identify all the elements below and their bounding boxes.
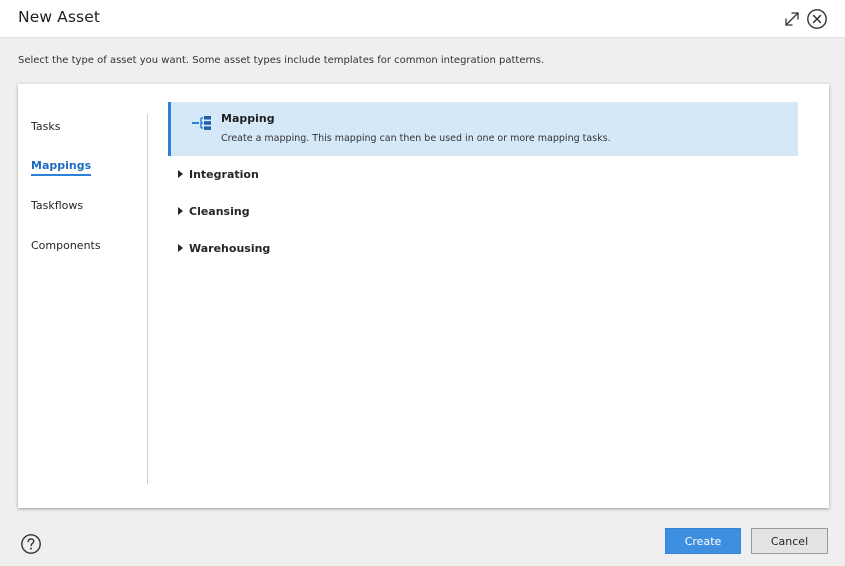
category-warehousing[interactable]: Warehousing	[178, 242, 270, 255]
nav-item-components[interactable]: Components	[31, 239, 101, 252]
dialog-titlebar: New Asset	[0, 0, 845, 38]
category-label: Cleansing	[189, 205, 250, 218]
help-button[interactable]	[20, 533, 42, 555]
category-cleansing[interactable]: Cleansing	[178, 205, 250, 218]
asset-panel: Tasks Mappings Taskflows Components Mapp…	[18, 84, 829, 508]
category-integration[interactable]: Integration	[178, 168, 259, 181]
asset-item-mapping[interactable]: Mapping Create a mapping. This mapping c…	[168, 102, 798, 156]
mapping-icon	[191, 114, 213, 132]
asset-type-nav: Tasks Mappings Taskflows Components	[18, 84, 148, 508]
asset-item-description: Create a mapping. This mapping can then …	[221, 133, 611, 144]
dialog-title: New Asset	[18, 8, 101, 26]
nav-item-mappings[interactable]: Mappings	[31, 159, 92, 176]
close-icon	[807, 9, 827, 29]
caret-right-icon	[178, 170, 183, 178]
category-label: Integration	[189, 168, 259, 181]
nav-item-tasks[interactable]: Tasks	[31, 120, 60, 133]
caret-right-icon	[178, 244, 183, 252]
close-button[interactable]	[806, 8, 828, 30]
category-label: Warehousing	[189, 242, 271, 255]
help-icon	[21, 534, 41, 554]
create-button[interactable]: Create	[665, 528, 741, 554]
caret-right-icon	[178, 207, 183, 215]
expand-button[interactable]	[782, 9, 802, 29]
expand-icon	[785, 12, 799, 26]
asset-item-title: Mapping	[221, 112, 275, 125]
instruction-text: Select the type of asset you want. Some …	[18, 55, 545, 66]
nav-item-taskflows[interactable]: Taskflows	[31, 199, 83, 212]
cancel-button[interactable]: Cancel	[751, 528, 828, 554]
nav-divider	[147, 114, 148, 484]
